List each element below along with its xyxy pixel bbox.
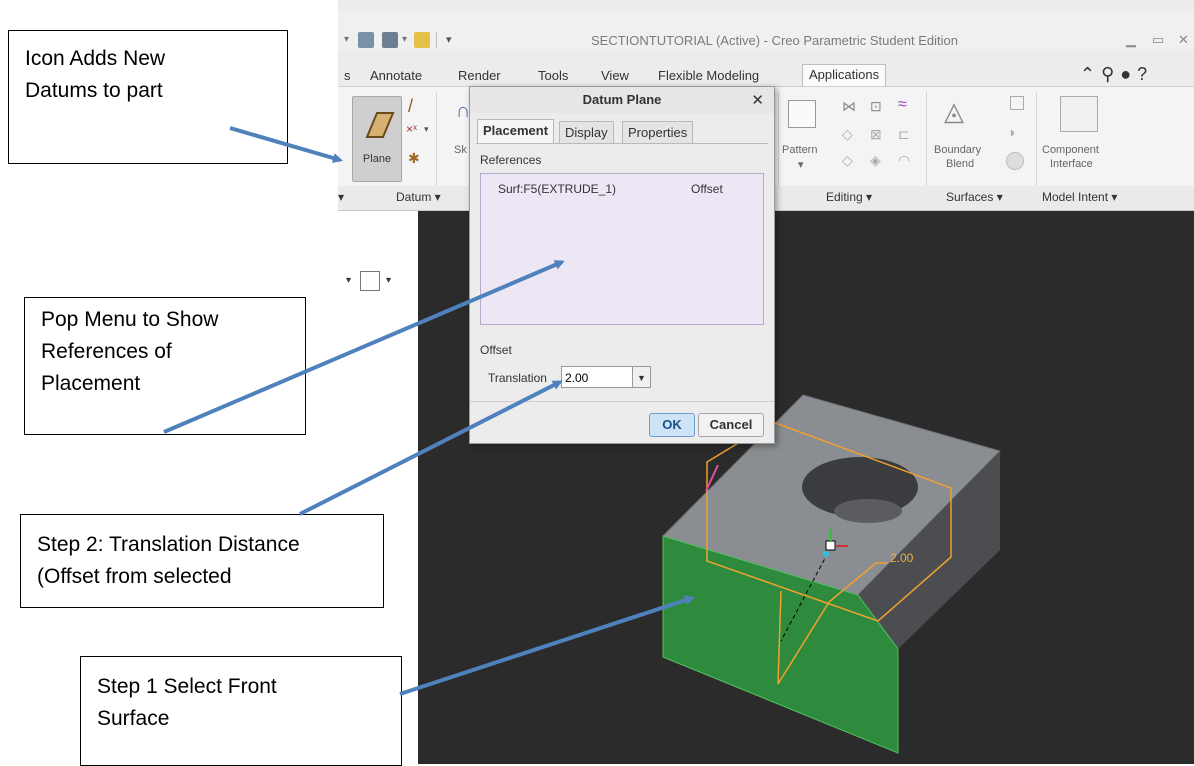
group-model-intent[interactable]: Model Intent ▾ <box>1042 190 1117 204</box>
datum-axis-icon[interactable]: / <box>408 96 413 117</box>
window-icon[interactable] <box>382 32 398 48</box>
component-interface-icon[interactable] <box>1060 96 1098 132</box>
dropdown-arrow-icon[interactable]: ▾ <box>346 275 351 286</box>
window-title: SECTIONTUTORIAL (Active) - Creo Parametr… <box>591 33 958 48</box>
group-datum[interactable]: Datum ▾ <box>396 190 441 204</box>
callout-icon-adds: Icon Adds New Datums to part <box>8 30 288 164</box>
tab-flexible-modeling[interactable]: Flexible Modeling <box>652 66 765 86</box>
tab-render[interactable]: Render <box>452 66 507 86</box>
datum-plane-button[interactable]: Plane <box>352 96 402 182</box>
datum-plane-dialog: Datum Plane ✕ Placement Display Properti… <box>469 86 775 444</box>
references-label: References <box>480 153 542 167</box>
dropdown-arrow-icon[interactable]: ▾ <box>386 275 391 286</box>
callout-line: Step 2: Translation Distance <box>37 533 300 556</box>
cancel-button[interactable]: Cancel <box>698 413 764 437</box>
datum-coordinate-system-icon[interactable]: ✱ <box>408 150 420 167</box>
callout-line: Datums to part <box>25 79 163 102</box>
translation-input[interactable]: 2.00 <box>561 366 633 388</box>
blend-label: Blend <box>946 158 975 170</box>
solidify-icon[interactable]: ◠ <box>898 152 910 169</box>
offset-label: Offset <box>480 343 512 357</box>
translation-label: Translation <box>488 371 547 385</box>
ok-button[interactable]: OK <box>649 413 695 437</box>
regenerate-icon[interactable] <box>358 32 374 48</box>
references-list[interactable]: Surf:F5(EXTRUDE_1) Offset <box>480 173 764 325</box>
tab-display[interactable]: Display <box>559 121 614 144</box>
dropdown-arrow-icon[interactable]: ▾ <box>424 124 429 135</box>
dropdown-arrow-icon[interactable]: ▾ <box>338 190 344 204</box>
translation-dropdown-icon[interactable]: ▼ <box>633 366 651 388</box>
close-window-icon[interactable]: ✕ <box>1178 32 1189 48</box>
pattern-icon[interactable] <box>788 100 816 128</box>
drag-handle-icon <box>825 540 836 551</box>
reference-item[interactable]: Surf:F5(EXTRUDE_1) <box>498 182 616 196</box>
datum-point-icon[interactable]: ×ˣ <box>406 122 417 136</box>
tab-placement[interactable]: Placement <box>477 119 555 144</box>
callout-line: Surface <box>97 707 170 730</box>
dialog-divider <box>470 401 774 402</box>
project-icon[interactable]: ◇ <box>842 152 853 169</box>
open-folder-icon[interactable] <box>414 32 430 48</box>
callout-line: Step 1 Select Front <box>97 675 277 698</box>
toolbar-separator <box>436 32 437 48</box>
pattern-label: Pattern <box>782 144 818 156</box>
tab-properties[interactable]: Properties <box>622 121 694 144</box>
callout-step2: Step 2: Translation Distance (Offset fro… <box>20 514 384 608</box>
help-center-icon[interactable]: ● <box>1120 64 1137 84</box>
sketch-label: Sk <box>454 144 467 156</box>
plane-label: Plane <box>362 153 392 165</box>
merge-icon[interactable]: ⊠ <box>870 126 882 143</box>
dimension-value[interactable]: 2.00 <box>890 551 913 565</box>
collapse-ribbon-icon[interactable]: ⌃ <box>1080 64 1101 84</box>
tab-model[interactable]: s <box>338 66 357 86</box>
minimize-icon[interactable]: ▁ <box>1126 32 1136 48</box>
callout-line: Placement <box>41 372 141 395</box>
help-icon[interactable]: ? <box>1137 64 1153 84</box>
tab-view[interactable]: View <box>595 66 635 86</box>
boundary-blend-icon[interactable]: ◬ <box>944 96 964 127</box>
callout-line: References of <box>41 340 172 363</box>
title-bar: ▾ ▾ ▾ SECTIONTUTORIAL (Active) - Creo Pa… <box>338 12 1194 50</box>
extend-icon[interactable]: ⊡ <box>870 98 882 115</box>
group-surfaces[interactable]: Surfaces ▾ <box>946 190 1003 204</box>
trim-icon[interactable]: ◇ <box>842 126 853 143</box>
customize-toolbar-icon[interactable]: ▾ <box>446 33 462 49</box>
mirror-icon[interactable]: ⋈ <box>842 98 856 115</box>
callout-step1: Step 1 Select Front Surface <box>80 656 402 766</box>
group-editing[interactable]: Editing ▾ <box>826 190 872 204</box>
component-label: Component <box>1042 144 1099 156</box>
tab-tools[interactable]: Tools <box>532 66 574 86</box>
style-icon[interactable]: ◗ <box>1008 124 1016 140</box>
callout-line: (Offset from selected <box>37 565 232 588</box>
restore-icon[interactable]: ▭ <box>1152 32 1164 48</box>
dropdown-arrow-icon[interactable]: ▾ <box>798 158 804 171</box>
tree-settings-icon[interactable] <box>360 271 380 291</box>
freestyle-icon[interactable] <box>1006 152 1024 170</box>
callout-line: Icon Adds New <box>25 47 166 70</box>
intersect-icon[interactable]: ⊏ <box>898 126 910 143</box>
fill-icon[interactable] <box>1010 96 1024 110</box>
tab-applications[interactable]: Applications <box>802 64 887 87</box>
callout-line: Pop Menu to Show <box>41 308 219 331</box>
dialog-title: Datum Plane <box>470 87 774 113</box>
offset-curve-icon[interactable]: ≈ <box>898 96 907 114</box>
interface-label: Interface <box>1050 158 1093 170</box>
search-icon[interactable]: ⚲ <box>1101 64 1120 84</box>
close-icon[interactable]: ✕ <box>751 91 764 109</box>
datum-plane-icon <box>365 112 395 138</box>
callout-pop-menu: Pop Menu to Show References of Placement <box>24 297 306 435</box>
tab-underline <box>476 143 768 144</box>
tab-annotate[interactable]: Annotate <box>364 66 428 86</box>
boundary-label: Boundary <box>934 144 982 156</box>
help-toolbar: ⌃⚲●? <box>1080 64 1153 85</box>
thicken-icon[interactable]: ◈ <box>870 152 881 169</box>
reference-type[interactable]: Offset <box>691 182 723 196</box>
